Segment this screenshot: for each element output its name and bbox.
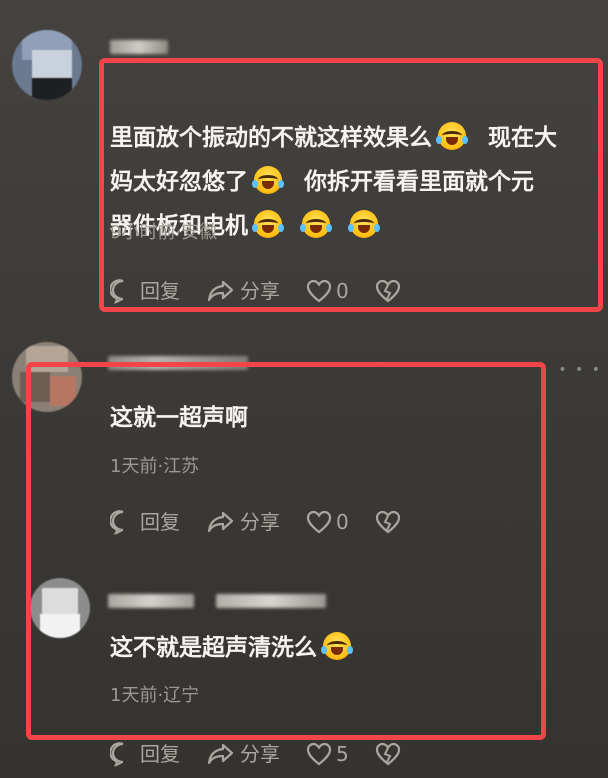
- like-count: 5: [336, 742, 349, 766]
- heart-icon: [306, 742, 332, 766]
- reply-label: 回复: [140, 742, 180, 766]
- comment-actions: 回复 分享 5: [110, 741, 431, 767]
- reply-icon: [110, 742, 124, 767]
- share-button[interactable]: 分享: [206, 741, 280, 767]
- more-options-icon[interactable]: • • •: [558, 362, 602, 378]
- broken-heart-icon: [375, 742, 400, 766]
- like-button[interactable]: 5: [306, 742, 349, 766]
- share-label: 分享: [240, 742, 280, 766]
- dislike-button[interactable]: [375, 742, 405, 766]
- username-blurred[interactable]: [110, 40, 168, 54]
- share-icon: [207, 743, 234, 765]
- highlight-box: [26, 362, 546, 740]
- highlight-box: [99, 58, 603, 312]
- reply-button[interactable]: 回复: [110, 741, 180, 767]
- avatar[interactable]: [12, 30, 82, 100]
